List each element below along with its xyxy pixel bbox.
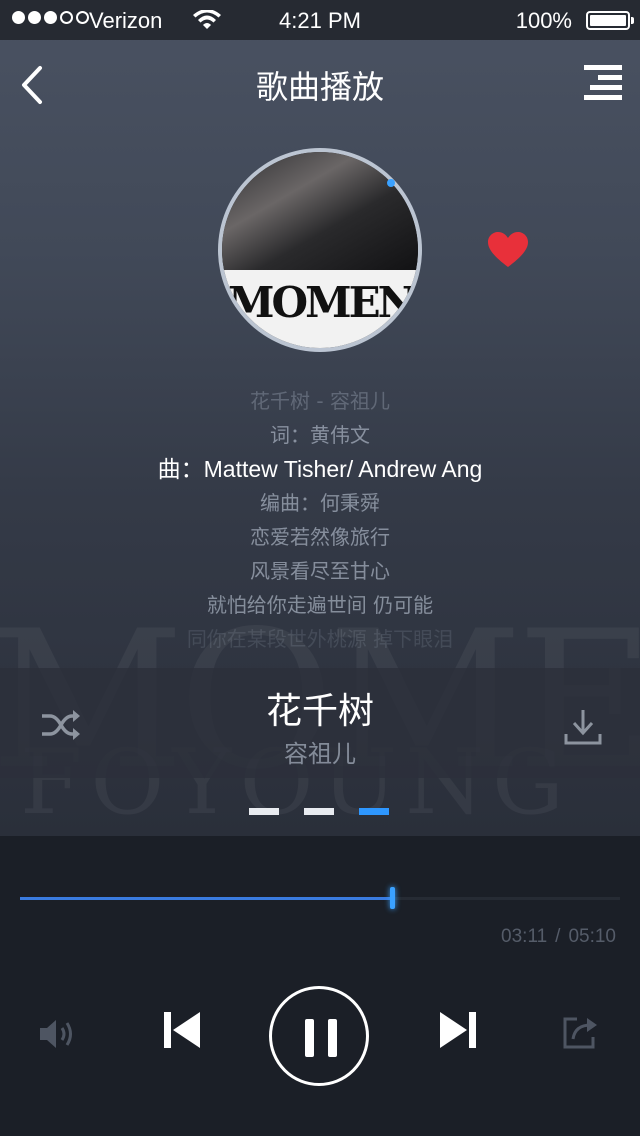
lyric-line-current: 曲：Mattew Tisher/ Andrew Ang (157, 456, 483, 482)
song-title: 花千树 (265, 691, 374, 732)
playlist-menu-icon[interactable] (584, 65, 622, 101)
lyric-line: 风景看尽至甘心 (250, 559, 390, 583)
lyric-line: 花千树 - 容祖儿 (250, 389, 390, 413)
total-time: 05:10 (568, 926, 616, 947)
progress-fill (20, 897, 392, 900)
page-indicator-segment-active[interactable] (359, 808, 389, 815)
previous-track-icon[interactable] (162, 1010, 202, 1050)
share-icon[interactable] (561, 1013, 601, 1051)
progress-slider[interactable] (20, 887, 620, 909)
song-info-bar: 花千树 容祖儿 (0, 668, 640, 778)
lyric-line: 同你在某段世外桃源 掉下眼泪 (186, 627, 454, 651)
song-artist: 容祖儿 (284, 740, 356, 768)
pause-icon (305, 1019, 337, 1057)
lyrics: 花千树 - 容祖儿 词：黄伟文 曲：Mattew Tisher/ Andrew … (0, 384, 640, 656)
next-track-icon[interactable] (438, 1010, 478, 1050)
page-indicator-segment[interactable] (249, 808, 279, 815)
page-indicator-segment[interactable] (304, 808, 334, 815)
battery-icon (586, 11, 634, 30)
album-cover-title: MOMENT (228, 278, 422, 327)
battery-percent: 100% (515, 8, 572, 33)
heart-icon[interactable] (488, 232, 528, 268)
lyric-line: 词：黄伟文 (270, 423, 370, 447)
pause-button[interactable] (269, 986, 369, 1086)
nav-bar: 歌曲播放 (0, 40, 640, 128)
lyric-line: 编曲：何秉舜 (260, 491, 380, 515)
disc-progress-indicator (387, 179, 395, 187)
lyric-line: 就怕给你走遍世间 仍可能 (206, 593, 434, 617)
page-title: 歌曲播放 (255, 68, 384, 106)
time-separator: / (555, 926, 561, 947)
player-controls: 03:11 / 05:10 (0, 836, 640, 1136)
time-display: 03:11 / 05:10 (497, 926, 620, 948)
status-bar: Verizon 4:21 PM 100% (0, 0, 640, 40)
download-icon[interactable] (564, 708, 602, 746)
lyric-line: 恋爱若然像旅行 (250, 525, 390, 549)
current-time: 03:11 (501, 926, 548, 947)
page-indicator[interactable] (249, 808, 389, 815)
progress-thumb[interactable] (390, 887, 395, 909)
volume-icon[interactable] (38, 1016, 76, 1052)
